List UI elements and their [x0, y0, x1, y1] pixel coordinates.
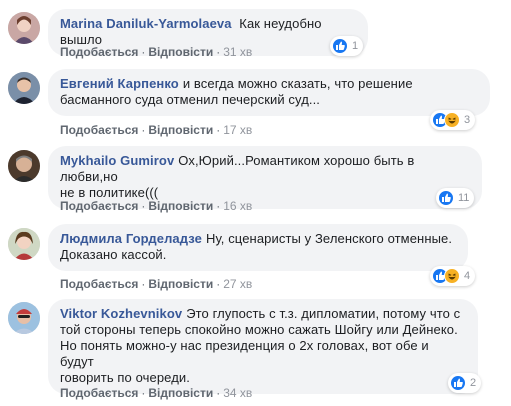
comment: Marina Daniluk-Yarmolaeva Как неудобно в… [0, 0, 511, 60]
avatar[interactable] [8, 150, 40, 182]
comment-text: Но понять можно-у нас президенция о 2х г… [60, 338, 429, 369]
avatar[interactable] [8, 12, 40, 44]
avatar[interactable] [8, 72, 40, 104]
comment-bubble: Людмила Горделадзе Ну, сценаристы у Зелен… [48, 224, 468, 271]
comment-actions: Подобається · Відповісти · 34 хв [60, 385, 252, 401]
separator: · [216, 123, 221, 137]
comment-time[interactable]: 16 хв [223, 199, 252, 213]
like-link[interactable]: Подобається [60, 199, 138, 213]
like-link[interactable]: Подобається [60, 386, 138, 400]
reaction-count: 2 [470, 377, 477, 389]
separator: · [216, 45, 221, 59]
separator: · [141, 123, 146, 137]
separator: · [141, 199, 146, 213]
reaction-summary[interactable]: 11 [436, 188, 475, 208]
comment-time[interactable]: 31 хв [223, 45, 252, 59]
comment-author[interactable]: Mykhailo Gumirov [60, 153, 174, 168]
comment-text: говорить по очереди. [60, 370, 190, 385]
reaction-count: 3 [464, 114, 471, 126]
reply-link[interactable]: Відповісти [148, 386, 213, 400]
reaction-count: 11 [458, 192, 470, 204]
reaction-summary[interactable]: 2 [448, 373, 482, 393]
avatar[interactable] [8, 302, 40, 334]
reply-link[interactable]: Відповісти [148, 123, 213, 137]
comment-author[interactable]: Viktor Kozhevnikov [60, 306, 182, 321]
comment-author[interactable]: Людмила Горделадзе [60, 231, 202, 246]
comment-author[interactable]: Marina Daniluk-Yarmolaeva [60, 16, 232, 31]
comment-bubble: Евгений Карпенко и всегда можно сказать, … [48, 69, 490, 116]
haha-reaction-icon [444, 268, 460, 284]
like-link[interactable]: Подобається [60, 123, 138, 137]
comment: Mykhailo Gumirov Ох,Юрий...Романтиком хор… [0, 146, 511, 226]
comment-text: басманного суда отменил печерский суд... [60, 92, 321, 107]
reaction-summary[interactable]: 1 [330, 36, 364, 56]
comment-time[interactable]: 34 хв [223, 386, 252, 400]
reply-link[interactable]: Відповісти [148, 199, 213, 213]
comment-time[interactable]: 27 хв [223, 277, 252, 291]
comment: Людмила Горделадзе Ну, сценаристы у Зелен… [0, 224, 511, 296]
reply-link[interactable]: Відповісти [148, 45, 213, 59]
reaction-count: 1 [352, 40, 359, 52]
like-link[interactable]: Подобається [60, 45, 138, 59]
comment-actions: Подобається · Відповісти · 31 хв [60, 44, 252, 60]
reaction-summary[interactable]: 4 [430, 266, 476, 286]
reaction-summary[interactable]: 3 [430, 110, 476, 130]
separator: · [141, 277, 146, 291]
separator: · [216, 277, 221, 291]
separator: · [216, 199, 221, 213]
comment-bubble: Viktor Kozhevnikov Это глупость с т.з. ди… [48, 299, 478, 394]
separator: · [216, 386, 221, 400]
comment: Viktor Kozhevnikov Это глупость с т.з. ди… [0, 296, 511, 406]
comment-actions: Подобається · Відповісти · 16 хв [60, 198, 252, 214]
separator: · [141, 45, 146, 59]
comment-text: Ну, сценаристы у Зеленского отменные. [206, 231, 453, 246]
comment-text: той стороны теперь спокойно можно сажать… [60, 322, 458, 337]
comment-actions: Подобається · Відповісти · 27 хв [60, 276, 252, 292]
comment-text: Доказано кассой. [60, 247, 167, 262]
separator: · [141, 386, 146, 400]
haha-reaction-icon [444, 112, 460, 128]
like-link[interactable]: Подобається [60, 277, 138, 291]
like-reaction-icon [450, 375, 466, 391]
avatar[interactable] [8, 228, 40, 260]
comment-text: и всегда можно сказать, что решение [182, 76, 413, 91]
reaction-count: 4 [464, 270, 471, 282]
like-reaction-icon [438, 190, 454, 206]
comment: Евгений Карпенко и всегда можно сказать, … [0, 66, 511, 146]
comment-author[interactable]: Евгений Карпенко [60, 76, 179, 91]
comment-time[interactable]: 17 хв [223, 123, 252, 137]
comment-actions: Подобається · Відповісти · 17 хв [60, 122, 252, 138]
comment-text: Это глупость с т.з. дипломатии, потому ч… [186, 306, 461, 321]
reply-link[interactable]: Відповісти [148, 277, 213, 291]
like-reaction-icon [332, 38, 348, 54]
